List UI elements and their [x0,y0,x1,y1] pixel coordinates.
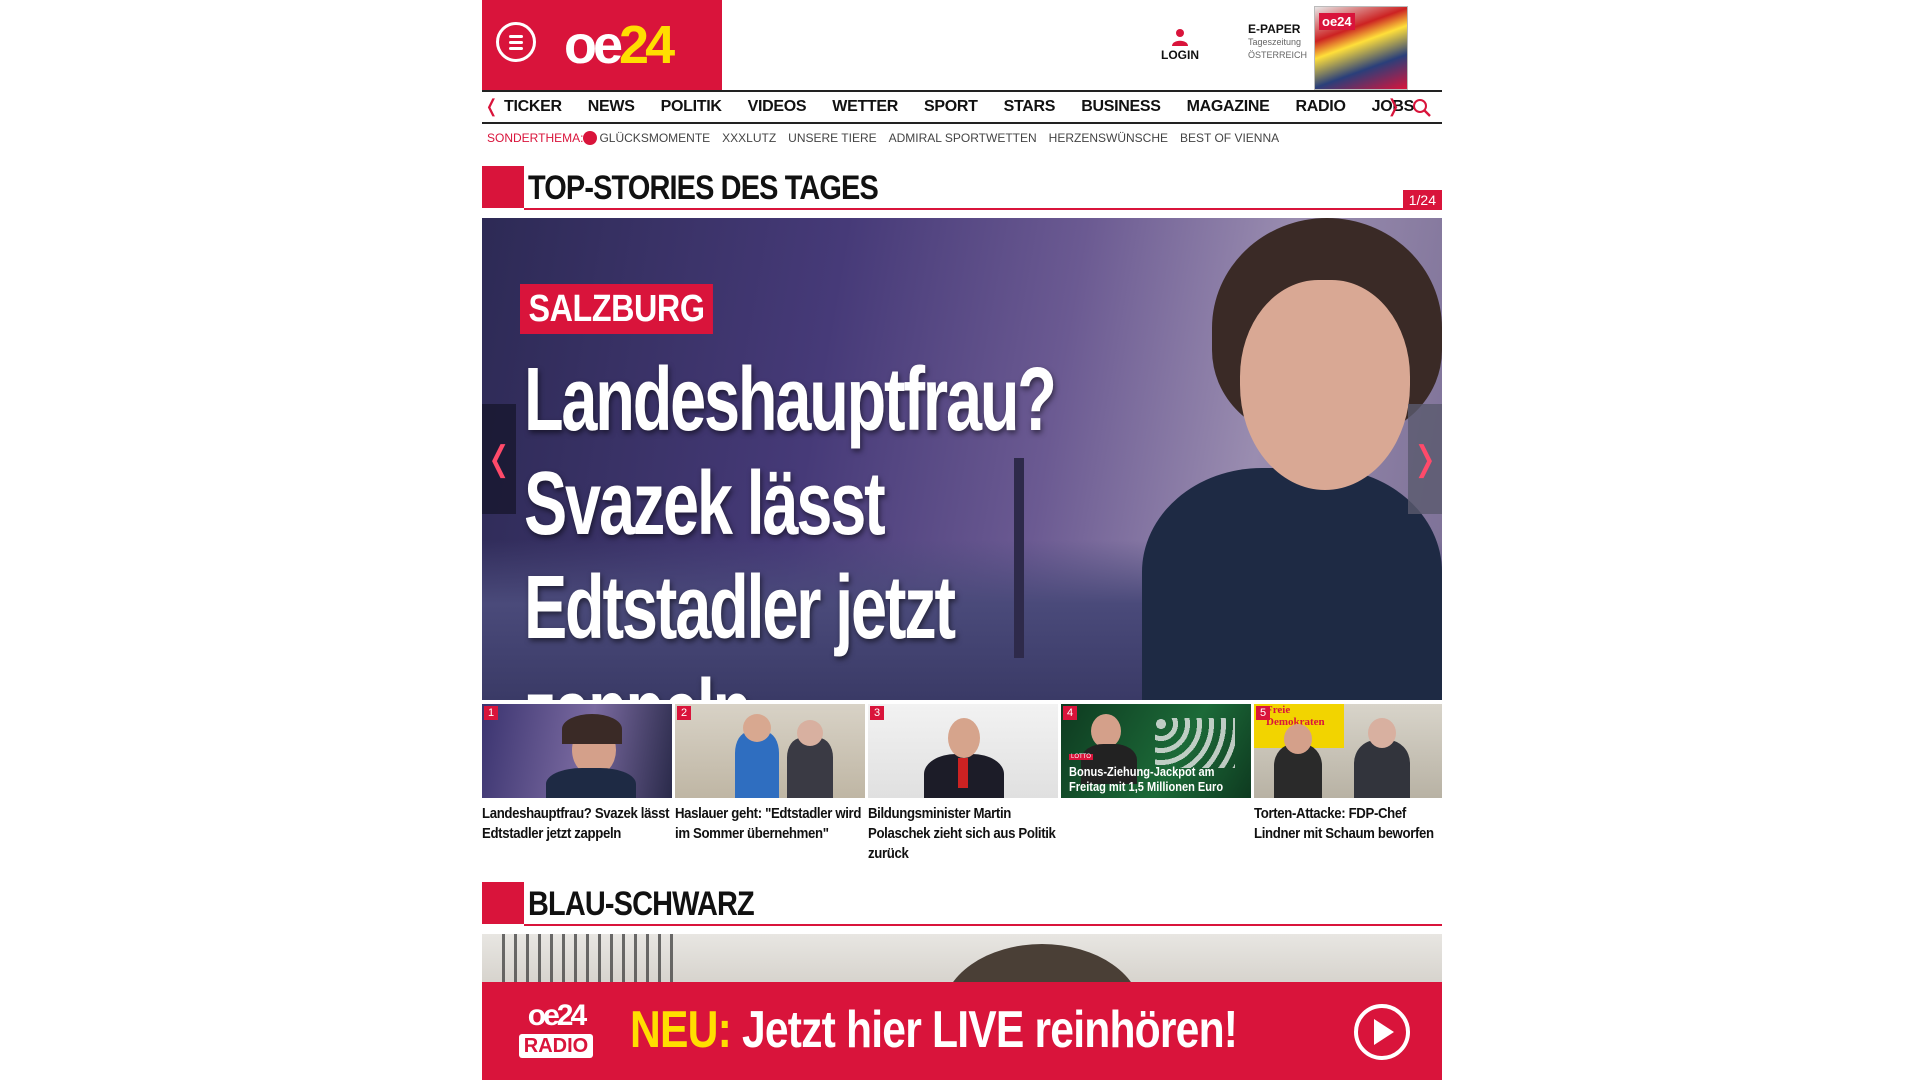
chevron-left-icon[interactable]: ❬ [484,96,499,117]
login-button[interactable]: LOGIN [1160,28,1200,62]
subnav-item-best-of-vienna[interactable]: BEST OF VIENNA [1180,131,1279,145]
nav-items: TICKER NEWS POLITIK VIDEOS WETTER SPORT … [504,92,1440,122]
nav-item-news[interactable]: NEWS [588,92,635,122]
story-caption[interactable]: Landeshauptfrau? Svazek lässt Edtstadler… [482,804,671,844]
story-thumbnails: 1 Landeshauptfrau? Svazek lässt Edtstadl… [482,704,1442,874]
story-thumb-image: 1 [482,704,672,798]
story-rank: 3 [870,706,885,720]
section-divider [524,208,1442,210]
section-header-blau-schwarz: BLAU-SCHWARZ [482,882,1442,926]
special-topic-icon [583,131,598,145]
nav-item-sport[interactable]: SPORT [924,92,978,122]
search-icon[interactable] [1412,98,1432,118]
subnav-item-xxxlutz[interactable]: XXXLUTZ [722,131,776,145]
chevron-right-icon: ❭ [1410,440,1440,478]
epaper-cover-image[interactable]: oe24 [1314,6,1408,90]
story-rank: 1 [484,706,499,720]
epaper-sub-1: Tageszeitung [1248,37,1302,47]
radio-logo-text: oe24 [527,999,587,1032]
epaper-sub-2: ÖSTERREICH [1248,50,1308,60]
nav-item-politik[interactable]: POLITIK [661,92,722,122]
radio-banner[interactable]: oe24 RADIO NEU: Jetzt hier LIVE reinhöre… [482,982,1442,1080]
story-caption[interactable]: Torten-Attacke: FDP-Chef Lindner mit Sch… [1254,804,1443,844]
play-button[interactable] [1354,1004,1410,1060]
section-marker [482,882,524,924]
subnav-item-admiral[interactable]: ADMIRAL SPORTWETTEN [889,131,1037,145]
story-thumb-image: 2 [675,704,865,798]
hero-image-jacket [1142,468,1442,700]
subnav-item-unsere-tiere[interactable]: UNSERE TIERE [788,131,876,145]
epaper-cover-logo: oe24 [1319,13,1355,30]
menu-icon[interactable] [496,22,536,62]
story-rank: 4 [1063,706,1078,720]
section-title: TOP-STORIES DES TAGES [528,169,879,207]
hero-prev-button[interactable]: ❬ [482,404,516,514]
story-thumb-image: 3 [868,704,1058,798]
section-divider [524,924,1442,926]
hero-headline-line-3: Edtstadler jetzt zappeln [524,558,956,700]
radio-banner-text: NEU: Jetzt hier LIVE reinhören! [630,1000,1238,1060]
radio-logo-label: RADIO [518,1034,594,1058]
nav-item-wetter[interactable]: WETTER [832,92,898,122]
story-rank: 5 [1256,706,1271,720]
main-nav: ❬ TICKER NEWS POLITIK VIDEOS WETTER SPOR… [482,90,1442,124]
chevron-right-icon[interactable]: ❭ [1386,96,1401,117]
logo-box[interactable]: oe24 [482,0,722,90]
chevron-left-icon: ❬ [484,440,514,478]
story-thumb[interactable]: 3 Bildungsminister Martin Polaschek zieh… [868,704,1058,864]
nav-item-ticker[interactable]: TICKER [504,92,562,122]
subnav-label: SONDERTHEMA: [487,131,584,145]
story-thumb[interactable]: 2 Haslauer geht: "Edtstadler wird im Som… [675,704,865,844]
subnav-item-herzenswuensche[interactable]: HERZENSWÜNSCHE [1049,131,1168,145]
story-thumb-image: 4 LOTTO Bonus-Ziehung-Jackpot am Freitag… [1061,704,1251,798]
story-caption[interactable]: Haslauer geht: "Edtstadler wird im Somme… [675,804,864,844]
subnav: SONDERTHEMA: GLÜCKSMOMENTE XXXLUTZ UNSER… [487,128,1291,148]
nav-item-videos[interactable]: VIDEOS [748,92,807,122]
nav-item-business[interactable]: BUSINESS [1081,92,1161,122]
slide-counter: 1/24 [1402,190,1442,210]
hero-story[interactable]: SALZBURG Landeshauptfrau? Svazek lässt E… [482,218,1442,700]
radio-banner-neu: NEU: [630,1001,732,1059]
user-icon [1172,29,1188,46]
story-thumb-image: Freie Demokraten 5 [1254,704,1442,798]
hero-headline-line-1: Landeshauptfrau? [524,350,1057,450]
fdp-sign: Freie Demokraten [1266,704,1325,728]
nav-item-stars[interactable]: STARS [1004,92,1056,122]
section-header-top-stories: TOP-STORIES DES TAGES 1/24 [482,166,1442,210]
site: oe24 LOGIN E-PAPER Tageszeitung ÖSTERREI… [482,0,1442,1080]
story-overlay-text[interactable]: Bonus-Ziehung-Jackpot am Freitag mit 1,5… [1069,764,1239,794]
subnav-item-gluecksmomente[interactable]: GLÜCKSMOMENTE [599,131,710,145]
play-icon [1374,1019,1394,1045]
hero-headline[interactable]: Landeshauptfrau? Svazek lässt Edtstadler… [524,348,1172,700]
radio-banner-message: Jetzt hier LIVE reinhören! [741,1001,1238,1059]
story-thumb[interactable]: 4 LOTTO Bonus-Ziehung-Jackpot am Freitag… [1061,704,1251,804]
story-thumb[interactable]: 1 Landeshauptfrau? Svazek lässt Edtstadl… [482,704,672,844]
lotto-badge: LOTTO [1069,754,1093,760]
site-logo[interactable]: oe24 [564,10,675,80]
login-label: LOGIN [1161,48,1199,62]
epaper-title: E-PAPER [1248,22,1301,36]
hero-next-button[interactable]: ❭ [1408,404,1442,514]
logo-24: 24 [619,15,675,75]
section-title: BLAU-SCHWARZ [528,885,755,923]
nav-item-radio[interactable]: RADIO [1296,92,1346,122]
radio-logo: oe24 RADIO [510,1000,602,1066]
logo-oe: oe [564,15,623,75]
story-rank: 2 [677,706,692,720]
story-thumb[interactable]: Freie Demokraten 5 Torten-Attacke: FDP-C… [1254,704,1442,844]
hero-headline-line-2: Svazek lässt [524,454,886,554]
epaper-link[interactable]: E-PAPER Tageszeitung ÖSTERREICH [1248,22,1310,62]
hero-image-face [1240,280,1410,490]
section-marker [482,166,524,208]
nav-item-magazine[interactable]: MAGAZINE [1187,92,1270,122]
story-caption[interactable]: Bildungsminister Martin Polaschek zieht … [868,804,1057,864]
hero-category-tag[interactable]: SALZBURG [520,284,714,334]
